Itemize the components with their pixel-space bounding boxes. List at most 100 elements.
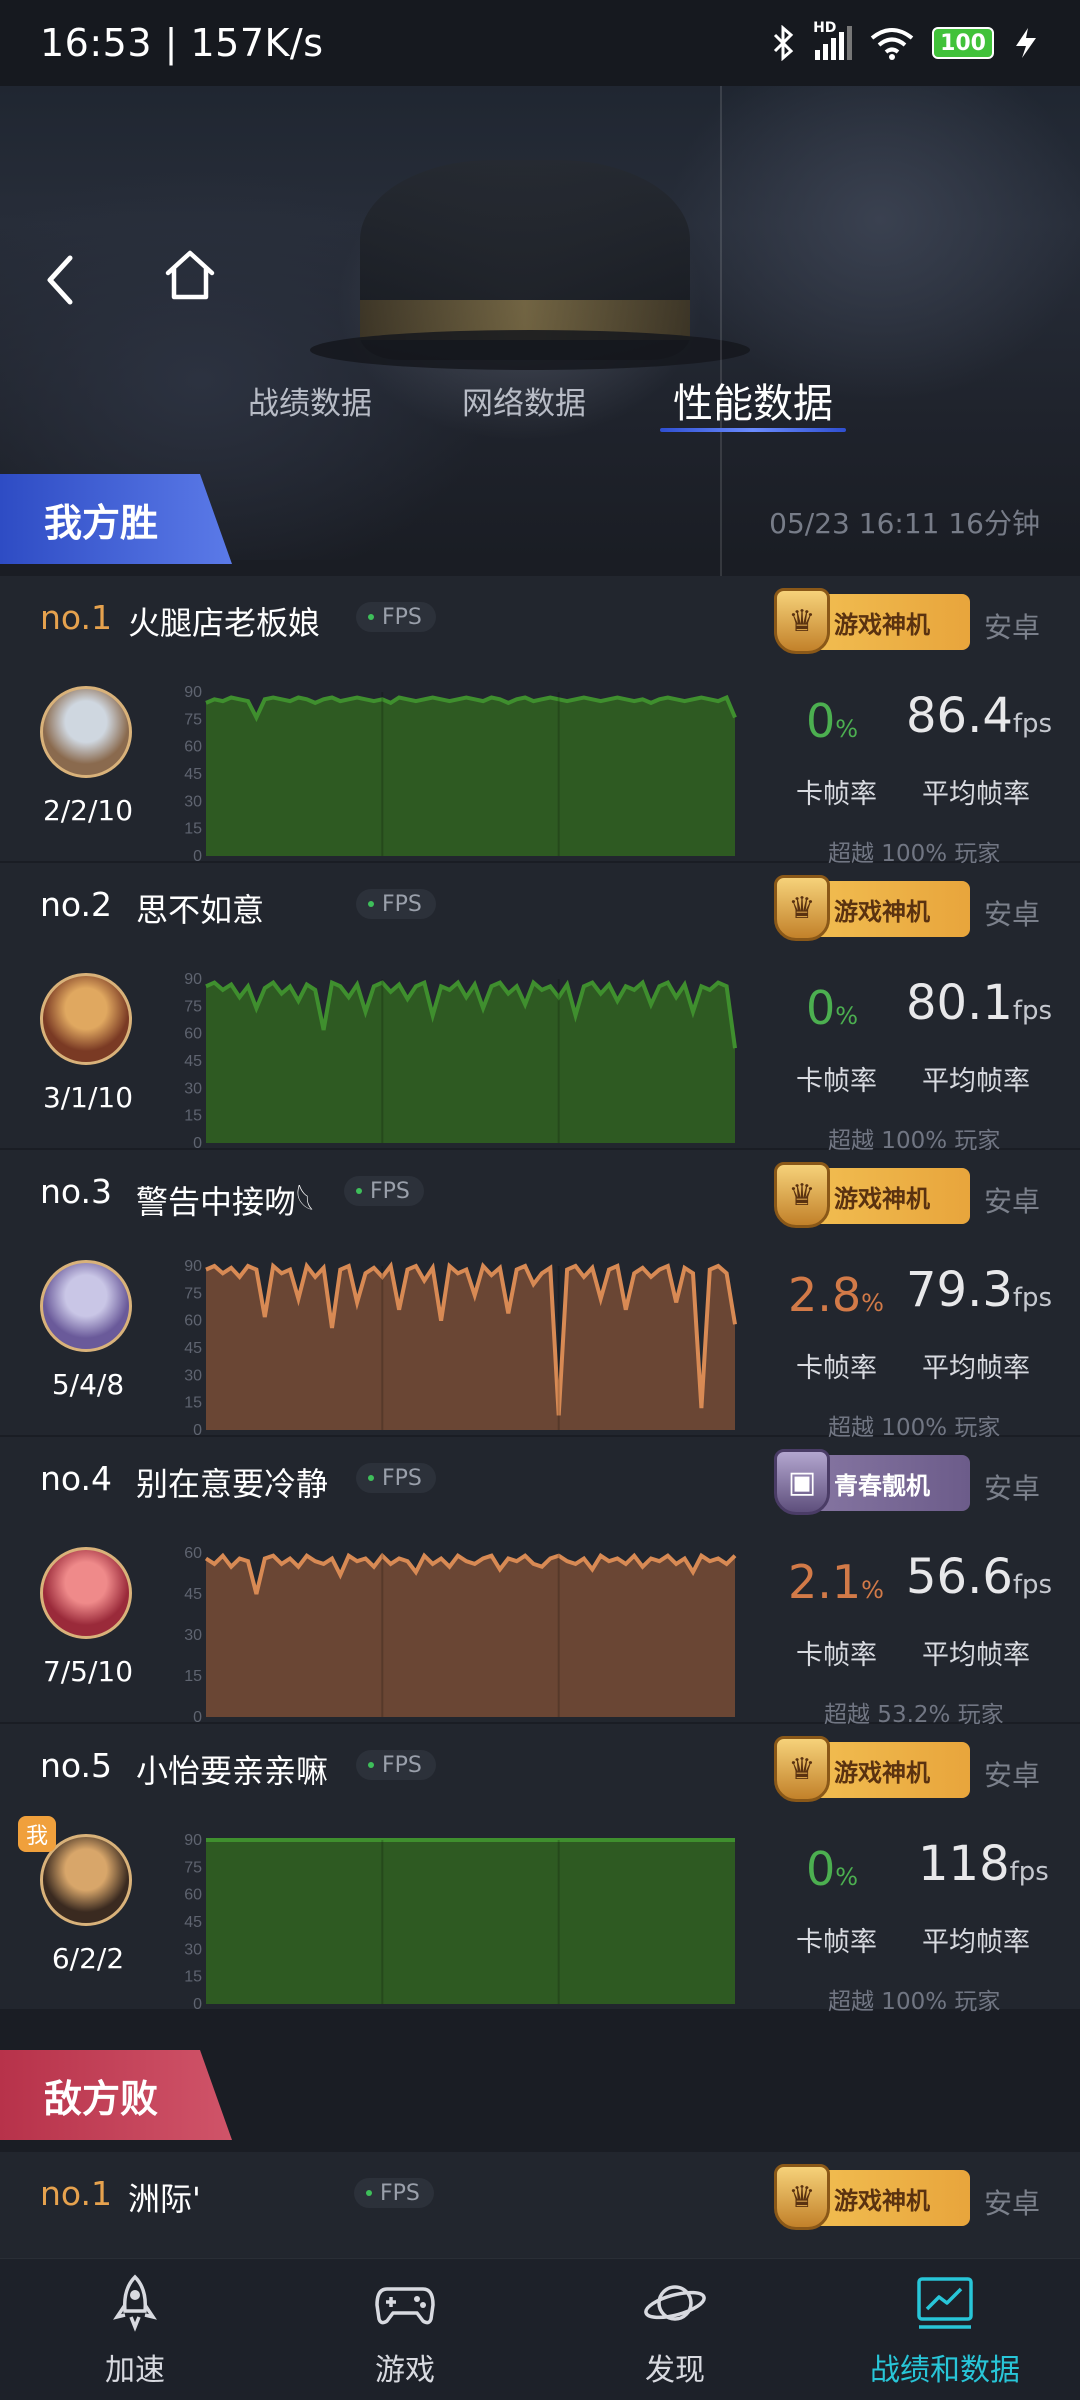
y-tick-label: 30 xyxy=(184,1627,202,1644)
nav-accelerate[interactable]: 加速 xyxy=(0,2259,270,2400)
y-tick-label: 60 xyxy=(184,1545,202,1562)
y-tick-label: 15 xyxy=(184,821,202,838)
stutter-rate-unit: % xyxy=(861,1576,884,1604)
avg-fps-unit: fps xyxy=(1012,1283,1053,1313)
player-name: 别在意要冷静 xyxy=(136,1465,329,1503)
home-icon[interactable] xyxy=(160,245,220,305)
wifi-icon xyxy=(870,28,914,60)
fps-tag-label: FPS xyxy=(382,1752,422,1778)
y-tick-label: 45 xyxy=(184,766,202,783)
os-label: 安卓 xyxy=(984,1759,1041,1792)
avg-fps-number: 80.1 xyxy=(906,975,1013,1031)
stutter-rate-value: 2.8% xyxy=(788,1268,884,1322)
fps-chart: 90 75 60 45 30 15 0 xyxy=(184,684,737,864)
stutter-rate-label: 卡帧率 xyxy=(796,1927,877,1958)
enemy-team-header: 敌方败 xyxy=(0,2050,1080,2140)
avg-fps-number: 79.3 xyxy=(906,1262,1013,1318)
hero-avatar[interactable] xyxy=(40,1260,132,1352)
os-label: 安卓 xyxy=(984,611,1041,644)
player-card[interactable]: no.5 小怡要亲亲嘛 FPS ♛ 游戏神机 安卓 我 6/2/2 90 75 60 4… xyxy=(0,1724,1080,2015)
fps-tag-label: FPS xyxy=(380,2180,420,2206)
fps-tag: FPS xyxy=(356,1750,436,1780)
nav-stats-data[interactable]: 战绩和数据 xyxy=(810,2259,1080,2400)
me-tag: 我 xyxy=(18,1816,56,1852)
device-badge: ♛ 游戏神机 xyxy=(774,1736,970,1802)
our-team-header: 我方胜 05/23 16:11 16分钟 xyxy=(0,474,1080,564)
beat-players-text: 超越 100% 玩家 xyxy=(828,1989,1001,2015)
fps-tag: FPS xyxy=(356,1463,436,1493)
fps-tag: FPS xyxy=(356,602,436,632)
fps-tag: FPS xyxy=(354,2178,434,2208)
fps-area xyxy=(206,982,735,1143)
stutter-rate-number: 0 xyxy=(806,694,836,748)
y-tick-label: 90 xyxy=(184,1832,202,1849)
y-tick-label: 45 xyxy=(184,1586,202,1603)
tab-battle-data[interactable]: 战绩数据 xyxy=(230,360,390,440)
avg-fps-label: 平均帧率 xyxy=(922,1066,1030,1097)
hero-avatar[interactable] xyxy=(40,1547,132,1639)
avg-fps-unit: fps xyxy=(1009,1857,1049,1887)
avg-fps-number: 56.6 xyxy=(906,1549,1013,1605)
fps-dot-icon xyxy=(368,614,374,620)
nav-discover[interactable]: 发现 xyxy=(540,2259,810,2400)
y-tick-label: 15 xyxy=(184,1668,202,1685)
planet-icon xyxy=(644,2285,706,2321)
player-card[interactable]: no.3 警告中接吻𓆩 FPS ♛ 游戏神机 安卓 5/4/8 90 75 60 45 3… xyxy=(0,1150,1080,1441)
stutter-rate-label: 卡帧率 xyxy=(796,1066,877,1097)
player-rank: no.4 xyxy=(40,1459,113,1498)
gamepad-crest-icon: ▣ xyxy=(774,1449,830,1515)
status-bar: 16:53 | 157K/s HD 100 xyxy=(0,0,1080,86)
fps-chart: 90 75 60 45 30 15 0 xyxy=(184,1258,737,1438)
hero-avatar[interactable] xyxy=(40,973,132,1065)
stutter-rate-unit: % xyxy=(835,1002,859,1030)
fps-dot-icon xyxy=(368,1762,374,1768)
tab-active-underline xyxy=(660,428,846,432)
device-badge: ♛ 游戏神机 xyxy=(774,2164,970,2230)
os-label: 安卓 xyxy=(984,2187,1041,2220)
fps-dot-icon xyxy=(356,1188,362,1194)
y-tick-label: 45 xyxy=(184,1053,202,1070)
y-tick-label: 45 xyxy=(184,1340,202,1357)
fps-dot-icon xyxy=(366,2190,372,2196)
y-tick-label: 0 xyxy=(193,1135,202,1151)
stutter-rate-number: 2.1 xyxy=(788,1555,862,1609)
y-tick-label: 0 xyxy=(193,1422,202,1438)
fps-area xyxy=(206,1840,735,2004)
signal-icon: HD xyxy=(813,20,853,60)
y-tick-label: 90 xyxy=(184,971,202,988)
back-chevron-icon[interactable] xyxy=(40,250,80,310)
fps-tag: FPS xyxy=(356,889,436,919)
hero-avatar[interactable] xyxy=(40,686,132,778)
bottom-nav: 加速 游戏 发现 战绩和数据 xyxy=(0,2258,1080,2400)
os-label: 安卓 xyxy=(984,898,1041,931)
fps-area xyxy=(206,1555,735,1717)
avg-fps-label: 平均帧率 xyxy=(922,1640,1030,1671)
stutter-rate-value: 0% xyxy=(806,694,858,748)
player-card[interactable]: no.4 别在意要冷静 FPS ▣ 青春靓机 安卓 7/5/10 60 45 30 15… xyxy=(0,1437,1080,1728)
crown-crest-icon: ♛ xyxy=(774,875,830,941)
device-badge: ♛ 游戏神机 xyxy=(774,588,970,654)
nav-stats-data-label: 战绩和数据 xyxy=(870,2353,1020,2388)
player-card[interactable]: no.1 火腿店老板娘 FPS ♛ 游戏神机 安卓 2/2/10 90 75 60 45… xyxy=(0,576,1080,867)
enemy-team-banner: 敌方败 xyxy=(0,2050,232,2140)
device-badge-label: 游戏神机 xyxy=(834,2186,930,2215)
y-tick-label: 15 xyxy=(184,1969,202,1986)
stutter-rate-value: 0% xyxy=(806,981,858,1035)
device-badge-label: 游戏神机 xyxy=(834,1758,930,1787)
y-tick-label: 60 xyxy=(184,1313,202,1330)
battery-level: 100 xyxy=(940,30,986,56)
fps-area xyxy=(206,697,735,856)
y-tick-label: 90 xyxy=(184,1258,202,1275)
fps-chart: 60 45 30 15 0 xyxy=(184,1545,737,1725)
player-card[interactable]: no.2 思不如意 FPS ♛ 游戏神机 安卓 3/1/10 90 75 60 45 30… xyxy=(0,863,1080,1154)
enemy-player-card[interactable]: no.1 洲际' FPS ♛ 游戏神机 安卓 xyxy=(0,2152,1080,2258)
our-team-banner: 我方胜 xyxy=(0,474,232,564)
player-rank: no.3 xyxy=(40,1172,113,1211)
os-label: 安卓 xyxy=(984,1185,1041,1218)
tab-network-data[interactable]: 网络数据 xyxy=(444,360,604,440)
device-badge: ▣ 青春靓机 xyxy=(774,1449,970,1515)
stutter-rate-label: 卡帧率 xyxy=(796,1353,877,1384)
avg-fps-label: 平均帧率 xyxy=(922,779,1030,810)
nav-games[interactable]: 游戏 xyxy=(270,2259,540,2400)
y-tick-label: 30 xyxy=(184,1080,202,1097)
